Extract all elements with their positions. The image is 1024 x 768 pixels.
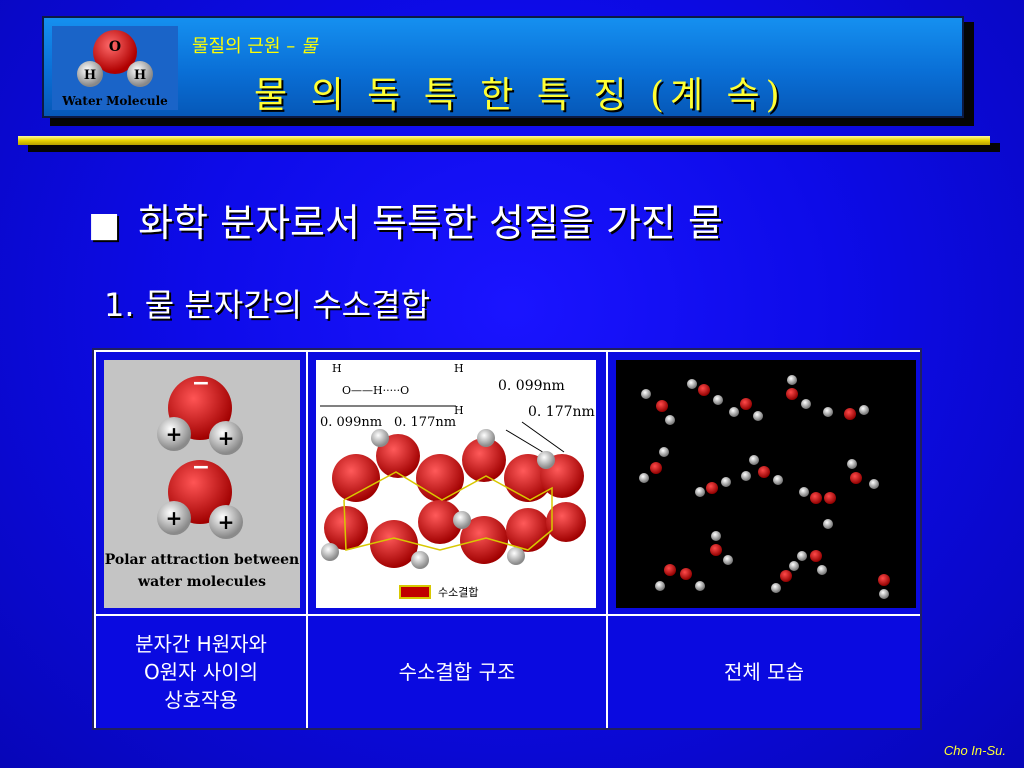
distance-label: 0. 099nm [320,415,382,430]
heading-text: 화학 분자로서 독특한 성질을 가진 물 [138,201,723,245]
figure-cell-network [608,352,920,614]
figure-cell-polar: − + + − + + Polar attraction between wat… [96,352,306,614]
atom-label: H [454,362,464,375]
slide-title: 물 의 독 특 한 특 징 (계 속) [254,75,786,116]
section-heading: ■ 화학 분자로서 독특한 성질을 가진 물 [88,192,723,247]
hydrogen-bond-figure: H H O——H·····O H 0. 099nm 0. 177nm 0. 09… [316,360,596,608]
water-network-figure [616,360,916,608]
subtitle-prefix: 물질의 근원 – [192,36,301,57]
legend-label: 수소결합 [438,586,478,599]
bond-text: O——H·····O [342,384,409,397]
plus-sign: + [218,426,235,450]
caption-line: 수소결합 구조 [398,660,516,684]
distance-label: 0. 177nm [394,415,456,430]
polar-attraction-figure: − + + − + + Polar attraction between wat… [104,360,300,608]
logo-h-label: H [84,68,96,83]
caption-cell: 수소결합 구조 [308,616,606,728]
caption-line: 분자간 H원자와 [135,632,267,656]
caption-cell: 분자간 H원자와 O원자 사이의상호작용 [96,616,306,728]
logo-o-label: O [109,39,121,55]
plus-sign: + [166,506,183,530]
caption-line: 전체 모습 [724,660,804,684]
water-molecule-icon: O H H [77,30,153,87]
plus-sign: + [218,510,235,534]
figure-cell-hbond: H H O——H·····O H 0. 099nm 0. 177nm 0. 09… [308,352,606,614]
logo-caption: Water Molecule [62,94,168,108]
minus-sign: − [192,371,210,396]
author-footer: Cho In-Su. [943,743,1006,758]
divider-rule [18,136,990,145]
subsection-heading: 1. 물 분자간의 수소결합 [104,286,431,324]
title-banner: O H H Water Molecule 물질의 근원 – 물 물 의 독 특 … [42,16,964,118]
figure-caption-line: Polar attraction between [105,552,300,568]
caption-line: O원자 사이의 [143,660,259,684]
minus-sign: − [192,455,210,480]
bullet-square: ■ [88,205,121,245]
slide-subtitle: 물질의 근원 – 물 [192,32,318,58]
atom-label: H [332,362,342,375]
distance-label: 0. 177nm [528,404,595,420]
figure-table: − + + − + + Polar attraction between wat… [92,348,922,730]
logo-h-label: H [134,68,146,83]
figure-caption-line: water molecules [137,574,266,590]
subtitle-emphasis: 물 [300,36,318,57]
water-molecule-logo: O H H Water Molecule [52,26,178,110]
plus-sign: + [166,422,183,446]
distance-label: 0. 099nm [498,378,565,394]
caption-line: 상호작용 [164,688,238,712]
caption-cell: 전체 모습 [608,616,920,728]
